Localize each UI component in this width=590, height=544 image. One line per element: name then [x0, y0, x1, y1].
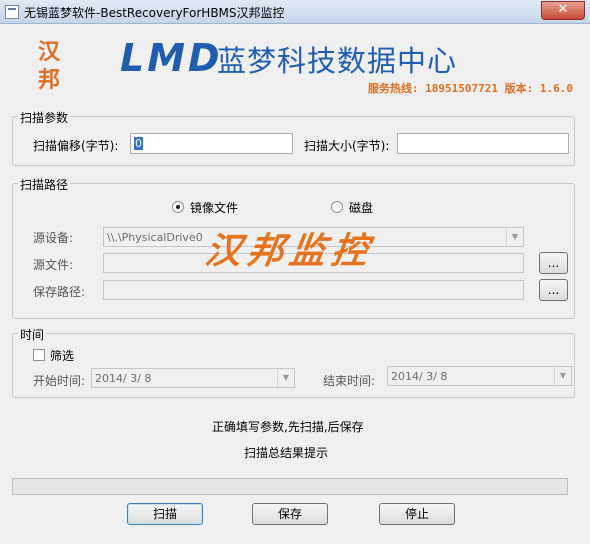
- chevron-down-icon: ▼: [506, 228, 523, 246]
- save-path-label: 保存路径:: [33, 285, 86, 299]
- chevron-down-icon: ▼: [554, 367, 571, 385]
- save-path-input[interactable]: [103, 280, 524, 300]
- offset-input[interactable]: 0: [130, 133, 293, 154]
- end-time-value: 2014/ 3/ 8: [391, 370, 448, 383]
- scan-button[interactable]: 扫描: [127, 503, 203, 525]
- title-bar: 无锡蓝梦软件-BestRecoveryForHBMS汉邦监控 ✕: [0, 0, 590, 24]
- filter-checkbox[interactable]: [33, 349, 45, 361]
- window-title: 无锡蓝梦软件-BestRecoveryForHBMS汉邦监控: [24, 6, 285, 20]
- brand-logo: LMD: [120, 36, 223, 80]
- scan-params-group-label: 扫描参数: [18, 109, 71, 126]
- radio-disk[interactable]: [331, 201, 343, 213]
- save-path-browse-button[interactable]: ...: [539, 279, 568, 301]
- instruction-text: 正确填写参数,先扫描,后保存: [212, 420, 364, 434]
- close-icon: ✕: [557, 2, 569, 17]
- device-value: \\.\PhysicalDrive0: [107, 231, 203, 244]
- chevron-down-icon: ▼: [277, 369, 294, 387]
- progress-bar: [12, 478, 568, 495]
- radio-image-file-label: 镜像文件: [190, 201, 239, 215]
- filter-label: 筛选: [50, 349, 75, 363]
- app-icon: [5, 5, 19, 19]
- save-button[interactable]: 保存: [252, 503, 328, 525]
- source-file-browse-button[interactable]: ...: [539, 252, 568, 274]
- center-title: 蓝梦科技数据中心: [217, 44, 458, 78]
- start-time-label: 开始时间:: [33, 374, 86, 388]
- size-input[interactable]: [397, 133, 569, 154]
- radio-disk-label: 磁盘: [349, 201, 374, 215]
- source-file-label: 源文件:: [33, 258, 74, 272]
- watermark-text: 汉邦监控: [202, 230, 377, 272]
- radio-image-file[interactable]: [172, 201, 184, 213]
- device-label: 源设备:: [33, 231, 74, 245]
- end-time-picker[interactable]: 2014/ 3/ 8 ▼: [387, 366, 572, 386]
- result-hint-text: 扫描总结果提示: [244, 446, 329, 460]
- hotline-version: 服务热线: 18951507721 版本: 1.6.0: [367, 82, 573, 95]
- start-time-picker[interactable]: 2014/ 3/ 8 ▼: [91, 368, 295, 388]
- close-button[interactable]: ✕: [541, 1, 585, 20]
- time-group-label: 时间: [18, 326, 47, 343]
- logo-char-bang: 邦: [38, 67, 61, 93]
- stop-button[interactable]: 停止: [379, 503, 455, 525]
- offset-label: 扫描偏移(字节):: [33, 139, 119, 153]
- offset-value: 0: [134, 137, 143, 150]
- size-label: 扫描大小(字节):: [304, 139, 390, 153]
- start-time-value: 2014/ 3/ 8: [95, 372, 152, 385]
- end-time-label: 结束时间:: [323, 374, 376, 388]
- scan-path-group-label: 扫描路径: [18, 176, 71, 193]
